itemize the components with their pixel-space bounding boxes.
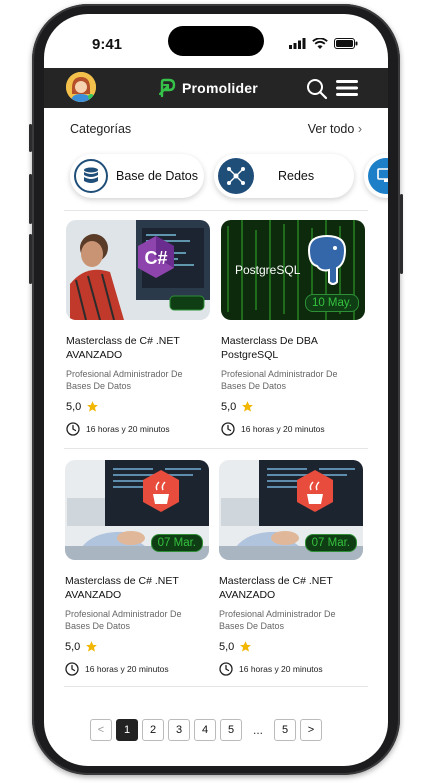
course-duration: 16 horas y 20 minutos xyxy=(221,422,325,436)
categories-header: Categorías Ver todo › xyxy=(70,122,362,142)
course-title: Masterclass de C# .NET AVANZADO xyxy=(65,575,179,601)
divider xyxy=(64,686,368,687)
category-chip-partial[interactable] xyxy=(364,154,388,198)
course-subtitle: Profesional Administrador De Bases De Da… xyxy=(221,369,338,391)
rating-value: 5,0 xyxy=(221,400,237,413)
avatar[interactable] xyxy=(66,72,96,102)
course-date-badge: 07 Mar. xyxy=(150,534,203,552)
battery-icon xyxy=(334,38,358,49)
course-title: Masterclass De DBA PostgreSQL xyxy=(221,335,318,361)
rating-value: 5,0 xyxy=(65,640,81,653)
phone-volume-down xyxy=(29,234,32,284)
csharp-logo-text: C# xyxy=(144,248,167,268)
category-label: Base de Datos xyxy=(116,169,198,183)
chevron-right-icon: › xyxy=(357,122,362,136)
status-icons xyxy=(289,38,358,49)
network-icon xyxy=(218,158,254,194)
postgresql-logo-text: PostgreSQL xyxy=(235,263,301,277)
duration-text: 16 horas y 20 minutos xyxy=(241,424,325,434)
course-subtitle: Profesional Administrador De Bases De Da… xyxy=(65,609,182,631)
categories-title: Categorías xyxy=(70,122,132,136)
star-icon xyxy=(242,401,254,412)
avatar-image xyxy=(66,72,96,102)
status-bar: 9:41 xyxy=(44,14,388,68)
signal-icon xyxy=(289,38,306,49)
page-1[interactable]: 1 xyxy=(116,719,138,741)
category-label: Redes xyxy=(278,169,315,183)
phone-screen: 9:41 Promolider Categorías Ver todo › Ba… xyxy=(44,14,388,766)
app-header: Promolider xyxy=(44,68,388,108)
page-5[interactable]: 5 xyxy=(220,719,242,741)
course-date-badge: 07 Mar. xyxy=(304,534,357,552)
brand-logo[interactable]: Promolider xyxy=(156,77,258,99)
monitor-icon xyxy=(368,158,388,194)
dynamic-island xyxy=(168,26,264,56)
phone-side-button xyxy=(29,124,32,152)
course-rating: 5,0 xyxy=(221,400,254,413)
course-title: Masterclass de C# .NET AVANZADO xyxy=(219,575,333,601)
search-icon[interactable] xyxy=(306,78,328,100)
star-icon xyxy=(87,401,99,412)
star-icon xyxy=(86,641,98,652)
course-card[interactable]: PostgreSQL 10 May. Masterclass De DBA Po… xyxy=(221,220,365,440)
course-thumbnail-csharp: C# xyxy=(66,220,210,320)
star-icon xyxy=(240,641,252,652)
course-card[interactable]: 07 Mar. Masterclass de C# .NET AVANZADO … xyxy=(219,460,363,680)
category-chip-base-de-datos[interactable]: Base de Datos xyxy=(70,154,204,198)
clock-icon xyxy=(221,422,235,436)
status-time: 9:41 xyxy=(92,36,123,53)
course-duration: 16 horas y 20 minutos xyxy=(219,662,323,676)
course-card[interactable]: C# Masterclass de C# .NET AVANZADO Profe… xyxy=(66,220,210,440)
pagination: < 1 2 3 4 5 ... 5 > xyxy=(90,718,322,742)
database-icon xyxy=(74,159,108,193)
course-thumbnail-java: 07 Mar. xyxy=(65,460,209,560)
phone-power-button xyxy=(400,194,403,274)
page-4[interactable]: 4 xyxy=(194,719,216,741)
brand-name: Promolider xyxy=(182,80,258,96)
brand-icon xyxy=(158,78,176,98)
course-date-badge: 10 May. xyxy=(304,294,359,312)
course-thumbnail-java: 07 Mar. xyxy=(219,460,363,560)
pagination-ellipsis: ... xyxy=(252,723,263,737)
divider xyxy=(64,210,368,211)
course-rating: 5,0 xyxy=(65,640,98,653)
page-last[interactable]: 5 xyxy=(274,719,296,741)
clock-icon xyxy=(65,662,79,676)
divider xyxy=(64,448,368,449)
wifi-icon xyxy=(312,38,328,49)
course-subtitle: Profesional Administrador De Bases De Da… xyxy=(66,369,183,391)
menu-icon[interactable] xyxy=(336,79,358,97)
course-rating: 5,0 xyxy=(66,400,99,413)
course-title: Masterclass de C# .NET AVANZADO xyxy=(66,335,180,361)
duration-text: 16 horas y 20 minutos xyxy=(239,664,323,674)
rating-value: 5,0 xyxy=(66,400,82,413)
category-chips: Base de Datos Redes xyxy=(66,154,388,204)
course-thumbnail-postgresql: PostgreSQL 10 May. xyxy=(221,220,365,320)
course-card[interactable]: 07 Mar. Masterclass de C# .NET AVANZADO … xyxy=(65,460,209,680)
see-all-label: Ver todo xyxy=(307,122,355,136)
course-subtitle: Profesional Administrador De Bases De Da… xyxy=(219,609,336,631)
page-3[interactable]: 3 xyxy=(168,719,190,741)
clock-icon xyxy=(219,662,233,676)
pagination-next[interactable]: > xyxy=(300,719,322,741)
see-all-link[interactable]: Ver todo › xyxy=(308,122,362,136)
category-chip-redes[interactable]: Redes xyxy=(214,154,354,198)
course-duration: 16 horas y 20 minutos xyxy=(65,662,169,676)
course-duration: 16 horas y 20 minutos xyxy=(66,422,170,436)
pagination-prev[interactable]: < xyxy=(90,719,112,741)
clock-icon xyxy=(66,422,80,436)
page-2[interactable]: 2 xyxy=(142,719,164,741)
rating-value: 5,0 xyxy=(219,640,235,653)
duration-text: 16 horas y 20 minutos xyxy=(86,424,170,434)
duration-text: 16 horas y 20 minutos xyxy=(85,664,169,674)
phone-volume-up xyxy=(29,174,32,224)
course-rating: 5,0 xyxy=(219,640,252,653)
